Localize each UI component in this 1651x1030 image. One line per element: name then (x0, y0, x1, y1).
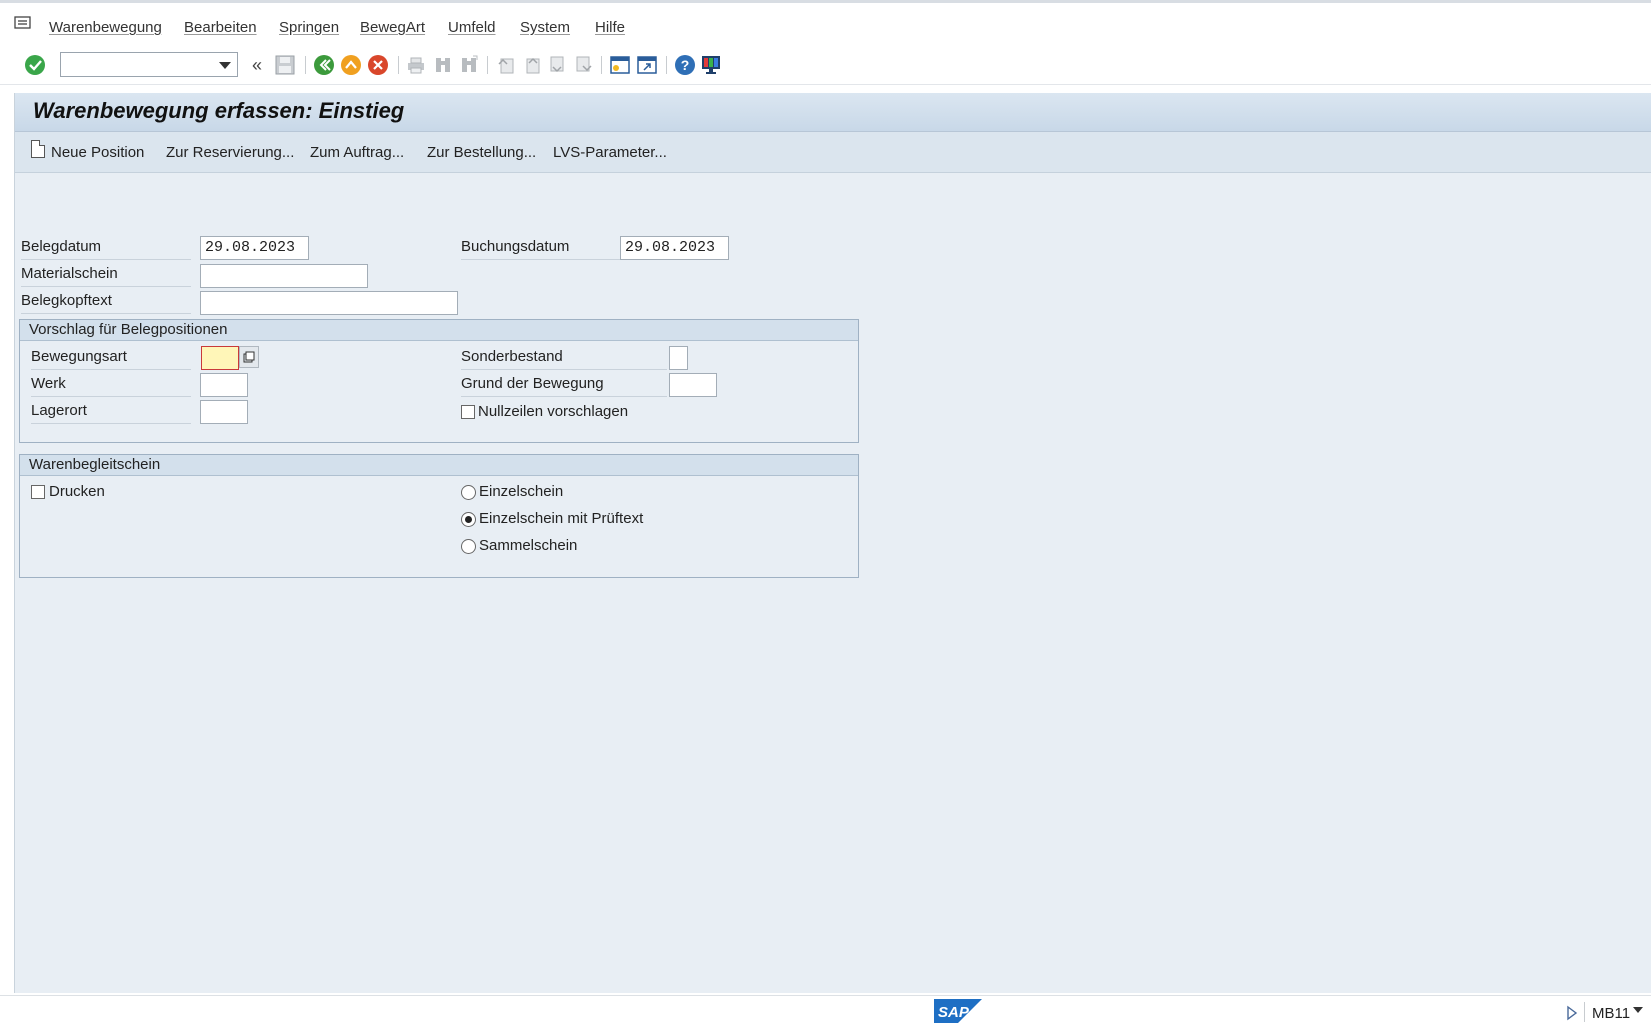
radio-sammelschein[interactable] (461, 539, 476, 554)
chevron-down-icon[interactable] (1633, 1007, 1643, 1013)
previous-page-icon[interactable] (521, 54, 543, 76)
warenbegleitschein-group: Warenbegleitschein (19, 454, 859, 578)
order-button[interactable]: Zum Auftrag... (310, 144, 404, 161)
new-document-icon[interactable] (31, 140, 45, 158)
command-field[interactable] (60, 52, 238, 77)
buchungsdatum-label: Buchungsdatum (461, 236, 626, 260)
belegkopftext-label: Belegkopftext (21, 290, 191, 314)
drucken-checkbox[interactable] (31, 485, 45, 499)
menu-bar: Warenbewegung Bearbeiten Springen BewegA… (0, 0, 1651, 46)
sonderbestand-field[interactable] (669, 346, 688, 370)
werk-field[interactable] (200, 373, 248, 397)
new-session-icon[interactable] (609, 54, 631, 76)
menu-bewegart[interactable]: BewegArt (360, 19, 425, 36)
create-shortcut-icon[interactable] (636, 54, 658, 76)
sap-logo: SAP (934, 999, 982, 1023)
menu-system[interactable]: System (520, 19, 570, 36)
exit-icon[interactable] (340, 54, 362, 76)
chevron-down-icon[interactable] (219, 62, 231, 69)
werk-label: Werk (31, 373, 191, 397)
find-icon[interactable] (432, 54, 454, 76)
page-title: Warenbewegung erfassen: Einstieg (33, 98, 405, 123)
belegkopftext-field[interactable] (200, 291, 458, 315)
customize-layout-icon[interactable] (700, 54, 722, 76)
first-page-icon[interactable] (495, 54, 517, 76)
nullzeilen-checkbox[interactable] (461, 405, 475, 419)
materialschein-label: Materialschein (21, 263, 191, 287)
application-toolbar: Neue Position Zur Reservierung... Zum Au… (15, 132, 1651, 173)
value-help-icon (243, 351, 255, 363)
transaction-code: MB11 (1592, 1005, 1631, 1022)
title-bar: Warenbewegung erfassen: Einstieg (15, 93, 1651, 132)
svg-text:SAP: SAP (938, 1004, 970, 1021)
lvs-parameter-button[interactable]: LVS-Parameter... (553, 144, 667, 161)
help-icon[interactable]: ? (674, 54, 696, 76)
standard-toolbar: « ? (0, 46, 1651, 85)
radio-einzelschein-mit-prueftext[interactable] (461, 512, 476, 527)
save-icon[interactable] (274, 54, 296, 76)
find-next-icon[interactable] (458, 54, 480, 76)
bewegungsart-label: Bewegungsart (31, 346, 191, 370)
menu-hilfe[interactable]: Hilfe (595, 19, 625, 36)
print-icon[interactable] (405, 54, 427, 76)
last-page-icon[interactable] (573, 54, 595, 76)
back-icon[interactable] (313, 54, 335, 76)
einzelschein-label: Einzelschein (479, 483, 564, 500)
drucken-label: Drucken (49, 483, 105, 500)
menu-umfeld[interactable]: Umfeld (448, 19, 496, 36)
play-icon[interactable] (1566, 1005, 1578, 1025)
purchase-order-button[interactable]: Zur Bestellung... (427, 144, 536, 161)
lagerort-field[interactable] (200, 400, 248, 424)
vorschlag-group-title: Vorschlag für Belegpositionen (20, 320, 858, 341)
collapse-command-icon[interactable]: « (246, 54, 268, 76)
radio-einzelschein[interactable] (461, 485, 476, 500)
grund-der-bewegung-field[interactable] (669, 373, 717, 397)
einzelschein-mit-prueftext-label: Einzelschein mit Prüftext (479, 510, 644, 527)
menu-warenbewegung[interactable]: Warenbewegung (49, 19, 162, 36)
menu-springen[interactable]: Springen (279, 19, 339, 36)
nullzeilen-label: Nullzeilen vorschlagen (478, 403, 629, 420)
next-page-icon[interactable] (547, 54, 569, 76)
materialschein-field[interactable] (200, 264, 368, 288)
status-bar: SAP MB11 (0, 995, 1651, 1030)
warenbegleitschein-group-title: Warenbegleitschein (20, 455, 858, 476)
menu-toggle-icon[interactable] (14, 16, 34, 32)
belegdatum-label: Belegdatum (21, 236, 191, 260)
cancel-icon[interactable] (367, 54, 389, 76)
enter-check-icon[interactable] (24, 54, 46, 76)
grund-der-bewegung-label: Grund der Bewegung (461, 373, 667, 397)
lagerort-label: Lagerort (31, 400, 191, 424)
sammelschein-label: Sammelschein (479, 537, 578, 554)
belegdatum-field[interactable]: 29.08.2023 (200, 236, 309, 260)
new-item-button[interactable]: Neue Position (51, 144, 144, 161)
bewegungsart-field[interactable] (201, 346, 239, 370)
sonderbestand-label: Sonderbestand (461, 346, 667, 370)
svg-text:?: ? (681, 57, 690, 73)
reservation-button[interactable]: Zur Reservierung... (166, 144, 294, 161)
buchungsdatum-field[interactable]: 29.08.2023 (620, 236, 729, 260)
main-area: Warenbewegung erfassen: Einstieg Neue Po… (14, 93, 1651, 993)
menu-bearbeiten[interactable]: Bearbeiten (184, 19, 257, 36)
value-help-button[interactable] (239, 346, 259, 368)
